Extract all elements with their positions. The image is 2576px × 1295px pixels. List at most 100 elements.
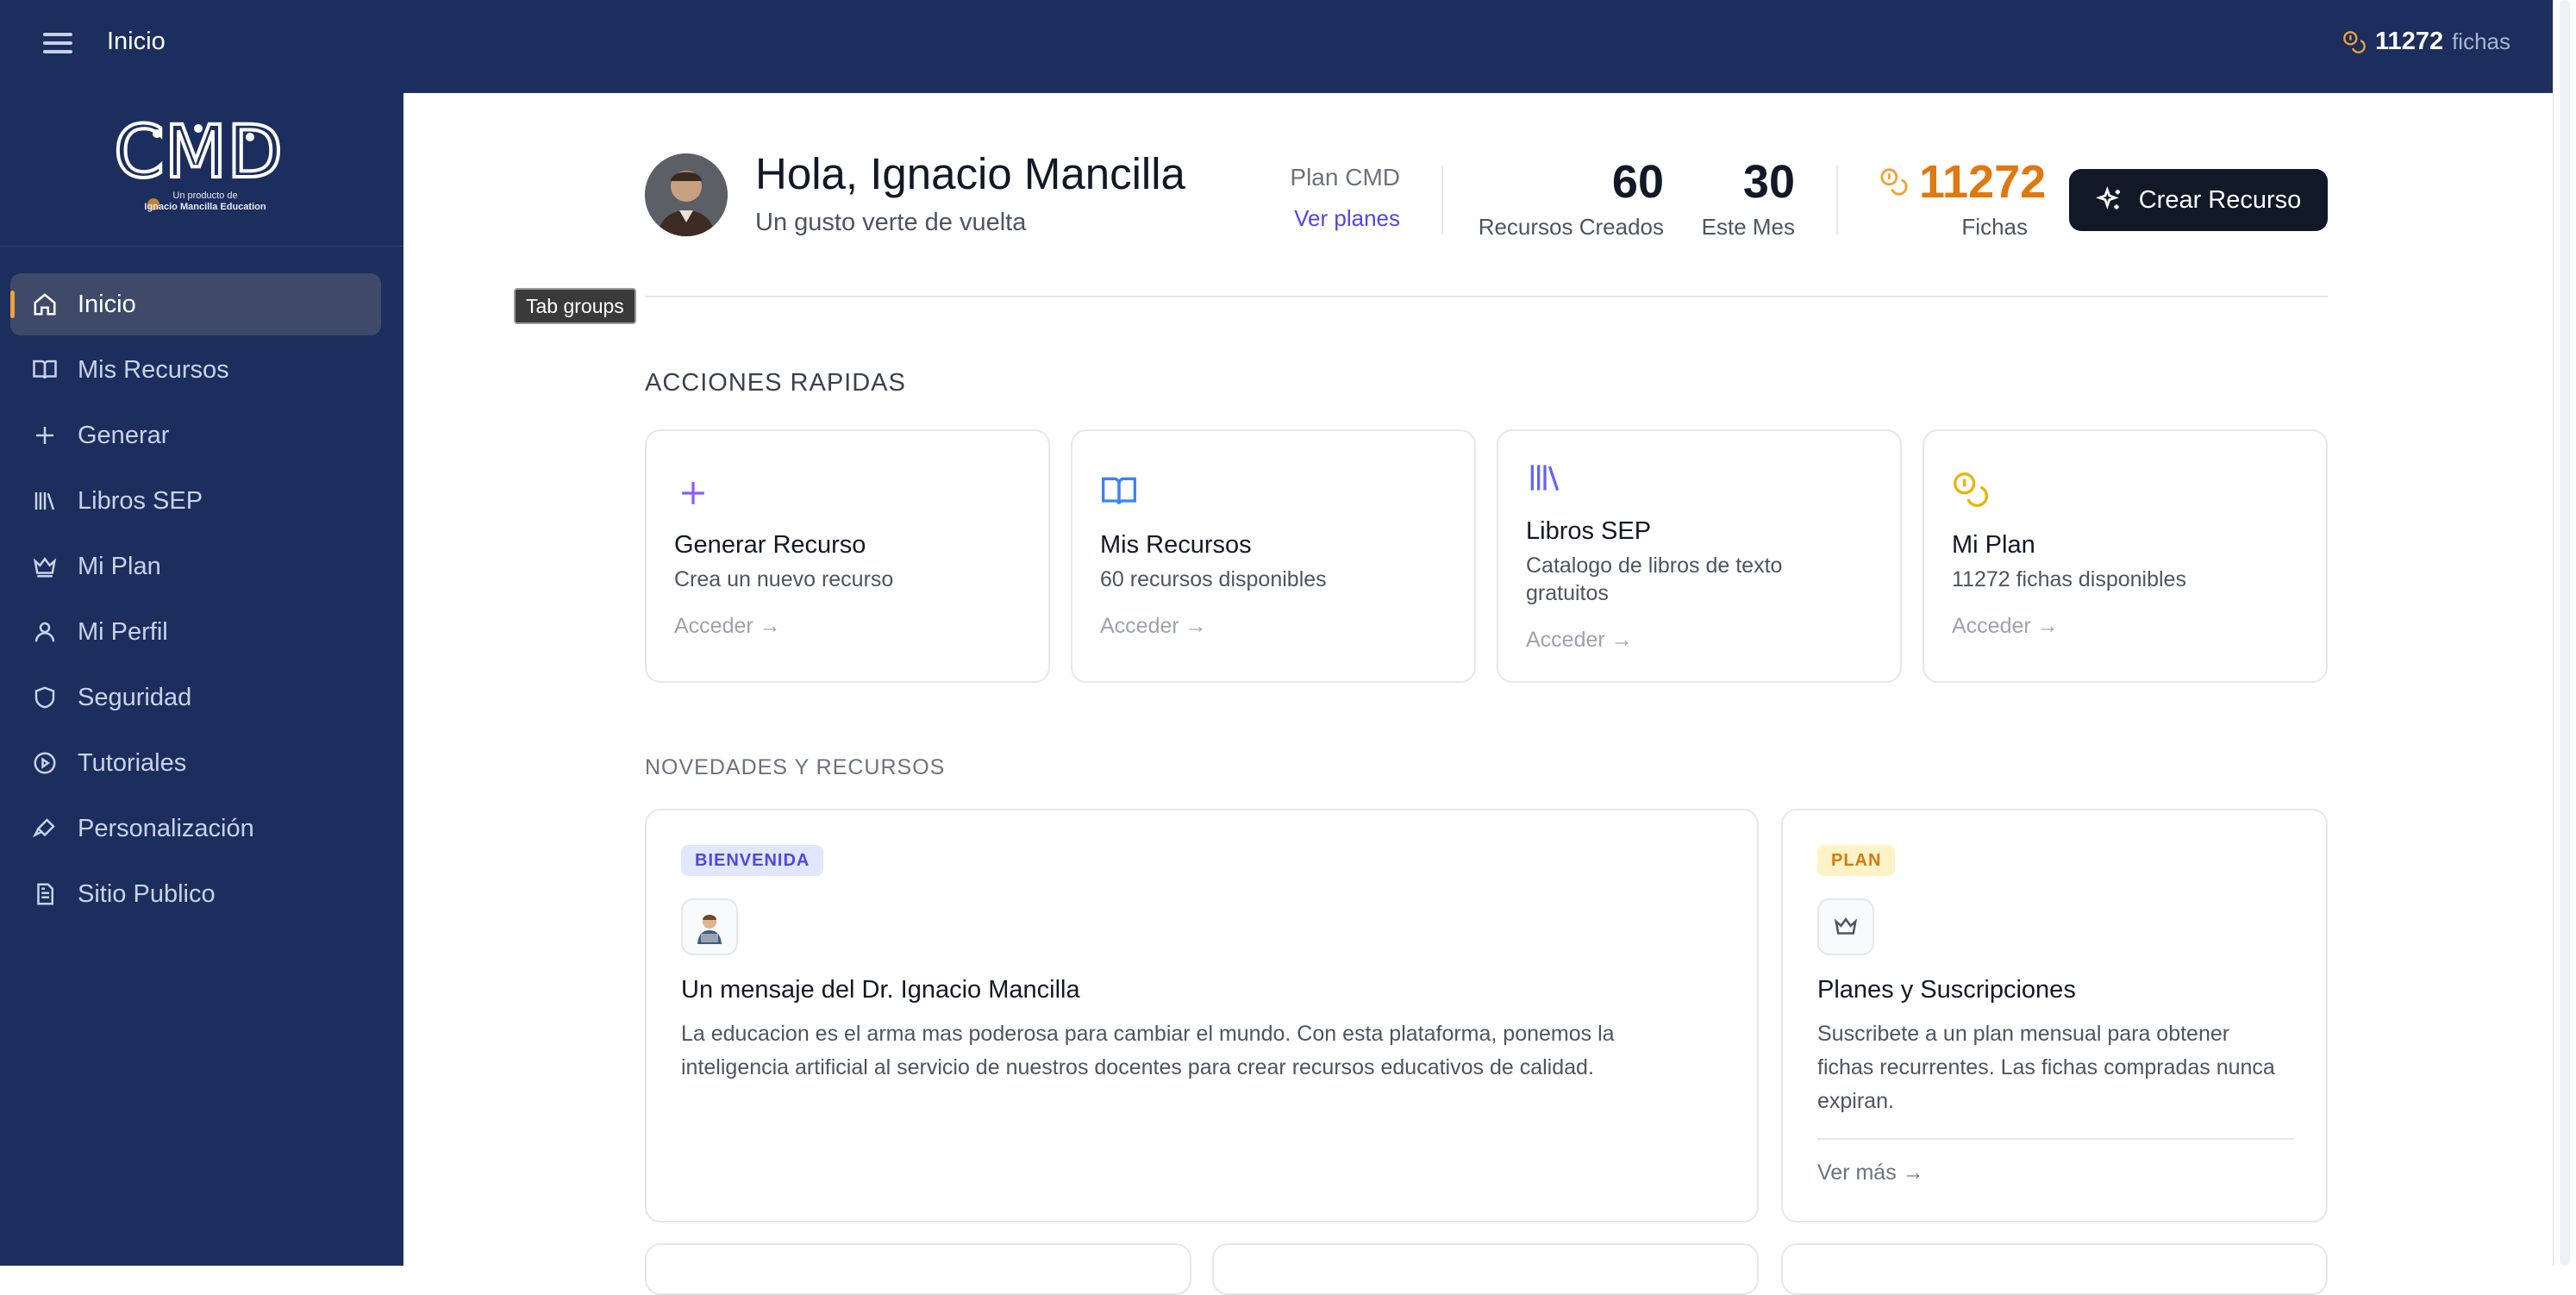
sidebar-item-mis-recursos[interactable]: Mis Recursos [10, 339, 381, 401]
plus-icon [682, 482, 704, 504]
sidebar-item-seguridad[interactable]: Seguridad [10, 666, 381, 729]
quick-card-mis-recursos[interactable]: Mis Recursos 60 recursos disponibles Acc… [1071, 429, 1476, 683]
menu-icon[interactable] [40, 28, 76, 59]
sidebar-item-label: Seguridad [78, 683, 192, 711]
bienvenida-badge: BIENVENIDA [681, 845, 824, 876]
sidebar-item-mi-perfil[interactable]: Mi Perfil [10, 601, 381, 663]
news-heading: NOVEDADES Y RECURSOS [645, 755, 946, 779]
quick-card-libros-sep[interactable]: Libros SEP Catalogo de libros de texto g… [1497, 429, 1902, 683]
header-divider [645, 296, 2328, 297]
news-text-line: La educacion es el arma mas poderosa par… [681, 1022, 1615, 1046]
quick-card-desc: Crea un nuevo recurso [674, 567, 894, 591]
top-bar: Inicio 11272 fichas [0, 0, 2576, 93]
sidebar-item-label: Tutoriales [78, 748, 187, 777]
book-open-icon [31, 356, 59, 384]
stat-recursos-value: 60 [1611, 156, 1664, 208]
logo-subtitle-line1: Un producto de [172, 191, 238, 201]
scrollbar-thumb[interactable] [2560, 0, 2570, 1266]
quick-card-title: Mis Recursos [1100, 531, 1252, 559]
sidebar-item-label: Mis Recursos [78, 355, 229, 384]
plan-name: Plan CMD [1290, 164, 1400, 191]
tokens-value: 11272 [1919, 156, 2047, 208]
acceder-link[interactable]: Acceder → [1100, 614, 1207, 639]
news-text-line: expiran. [1817, 1089, 1894, 1113]
sidebar-item-personalizacion[interactable]: Personalización [10, 798, 381, 860]
news-card-bienvenida: BIENVENIDA Un mensaje del Dr. Ignacio Ma… [645, 809, 1759, 1223]
coins-icon [1954, 472, 1988, 507]
divider [1836, 166, 1838, 235]
quick-card-title: Generar Recurso [674, 531, 866, 559]
sidebar-item-label: Sitio Publico [78, 879, 216, 908]
page-title: Hola, Ignacio Mancilla [755, 149, 1185, 198]
news-card-title: Planes y Suscripciones [1817, 976, 2076, 1004]
teacher-avatar-icon [681, 898, 738, 955]
news-card-text: Suscribete a un plan mensual para obtene… [1817, 1017, 2275, 1118]
acceder-link[interactable]: Acceder → [674, 614, 781, 639]
quick-card-title: Libros SEP [1526, 517, 1652, 545]
crear-recurso-button[interactable]: Crear Recurso [2069, 169, 2328, 231]
plan-badge: PLAN [1817, 845, 1896, 876]
book-open-icon [1102, 477, 1136, 504]
sidebar-item-label: Mi Plan [78, 552, 161, 580]
divider [1441, 166, 1443, 235]
quick-card-generar-recurso[interactable]: Generar Recurso Crea un nuevo recurso Ac… [645, 429, 1050, 683]
crown-icon [31, 553, 59, 580]
sidebar-item-inicio[interactable]: Inicio [10, 273, 381, 335]
quick-card-title: Mi Plan [1952, 531, 2035, 559]
logo-area: CMD Un producto de Ignacio Mancilla Educ… [0, 92, 403, 247]
page-subtitle: Un gusto verte de vuelta [755, 209, 1027, 236]
sidebar-item-label: Inicio [78, 290, 136, 318]
topbar-tokens-unit: fichas [2452, 28, 2510, 54]
acceder-link[interactable]: Acceder → [1952, 614, 2059, 639]
sidebar-item-libros-sep[interactable]: Libros SEP [10, 470, 381, 532]
logo-subtitle: Un producto de Ignacio Mancilla Educatio… [128, 191, 283, 213]
news-card-text: La educacion es el arma mas poderosa par… [681, 1017, 1615, 1085]
sidebar-item-label: Libros SEP [78, 486, 203, 515]
crown-icon [1817, 898, 1874, 955]
news-text-line: Suscribete a un plan mensual para obtene… [1817, 1022, 2230, 1046]
sparkles-icon [2095, 186, 2120, 210]
library-icon [1530, 465, 1560, 491]
library-icon [31, 487, 59, 515]
play-circle-icon [31, 749, 59, 777]
crear-recurso-label: Crear Recurso [2138, 185, 2302, 214]
sidebar-item-sitio-publico[interactable]: Sitio Publico [10, 863, 381, 925]
sidebar-item-label: Personalización [78, 814, 254, 842]
sidebar-item-label: Generar [78, 421, 170, 449]
stat-mes-label: Este Mes [1701, 214, 1795, 240]
tooltip: Tab groups [514, 288, 636, 324]
quick-card-desc: 11272 fichas disponibles [1952, 567, 2186, 591]
ver-planes-link[interactable]: Ver planes [1190, 205, 1400, 232]
quick-card-desc: Catalogo de libros de texto gratuitos [1526, 554, 1783, 605]
divider [1817, 1138, 2293, 1140]
news-card-plan: PLAN Planes y Suscripciones Suscribete a… [1781, 809, 2328, 1223]
news-card-title: Un mensaje del Dr. Ignacio Mancilla [681, 976, 1080, 1004]
shield-icon [31, 684, 59, 711]
news-card-peek [645, 1243, 1191, 1295]
sidebar-item-mi-plan[interactable]: Mi Plan [10, 535, 381, 597]
topbar-tokens-value: 11272 [2375, 28, 2444, 55]
sidebar-item-tutoriales[interactable]: Tutoriales [10, 732, 381, 794]
sidebar: CMD Un producto de Ignacio Mancilla Educ… [0, 92, 403, 1266]
stat-recursos-label: Recursos Creados [1478, 214, 1664, 240]
news-text-line: fichas recurrentes. Las fichas compradas… [1817, 1055, 2275, 1079]
file-text-icon [31, 880, 59, 908]
news-text-line: inteligencia artificial al servicio de n… [681, 1055, 1594, 1079]
avatar[interactable] [645, 153, 728, 236]
news-card-peek [1781, 1243, 2328, 1295]
tokens-label: Fichas [1961, 214, 2028, 240]
news-card-peek [1212, 1243, 1759, 1295]
user-icon [31, 618, 59, 646]
ver-mas-link[interactable]: Ver más → [1817, 1160, 1924, 1186]
sidebar-item-generar[interactable]: Generar [10, 404, 381, 466]
sidebar-nav: Inicio Mis Recursos Generar Libros SEP M… [10, 273, 381, 929]
tokens-display: 11272 [1879, 155, 2046, 209]
brush-icon [31, 815, 59, 842]
scrollbar[interactable] [2553, 0, 2576, 1266]
sidebar-item-label: Mi Perfil [78, 617, 168, 646]
quick-card-desc: 60 recursos disponibles [1100, 567, 1327, 591]
quick-card-mi-plan[interactable]: Mi Plan 11272 fichas disponibles Acceder… [1923, 429, 2328, 683]
plus-icon [31, 422, 59, 449]
acceder-link[interactable]: Acceder → [1526, 628, 1633, 653]
home-icon [31, 291, 59, 318]
